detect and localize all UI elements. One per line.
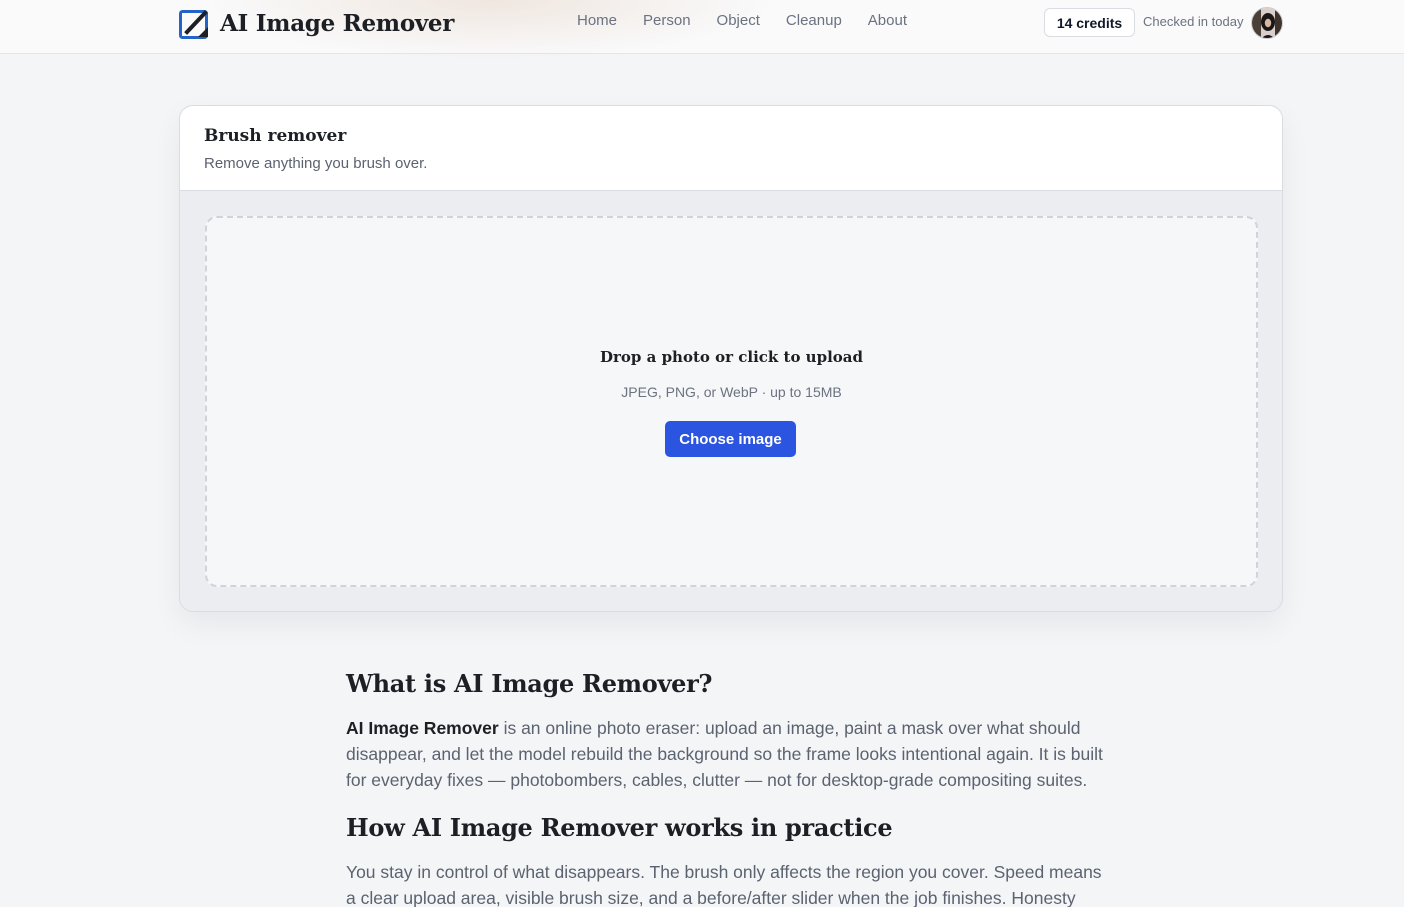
card-title: Brush remover <box>204 126 347 146</box>
section-heading-how: How AI Image Remover works in practice <box>346 813 893 842</box>
nav-object[interactable]: Object <box>717 12 760 29</box>
section-heading-what: What is AI Image Remover? <box>346 669 713 698</box>
choose-image-button[interactable]: Choose image <box>665 421 796 457</box>
checkin-status: Checked in today <box>1143 14 1244 29</box>
upload-dropzone[interactable]: Drop a photo or click to upload JPEG, PN… <box>205 216 1258 587</box>
brand-mention: AI Image Remover <box>346 718 499 738</box>
nav-home[interactable]: Home <box>577 12 617 29</box>
nav-about[interactable]: About <box>868 12 907 29</box>
nav-cleanup[interactable]: Cleanup <box>786 12 842 29</box>
brush-remover-card: Brush remover Remove anything you brush … <box>179 105 1283 612</box>
about-article: What is AI Image Remover? AI Image Remov… <box>346 666 1116 907</box>
card-subtitle: Remove anything you brush over. <box>204 155 428 172</box>
user-avatar[interactable] <box>1251 7 1283 39</box>
top-bar: AI Image Remover Home Person Object Clea… <box>0 0 1404 60</box>
nav-person[interactable]: Person <box>643 12 691 29</box>
credits-badge[interactable]: 14 credits <box>1044 8 1135 37</box>
card-header: Brush remover Remove anything you brush … <box>180 106 1282 191</box>
avatar-image <box>1252 8 1282 38</box>
section-paragraph-how: You stay in control of what disappears. … <box>346 862 1102 907</box>
dropzone-hint: JPEG, PNG, or WebP · up to 15MB <box>621 384 842 400</box>
main-nav: Home Person Object Cleanup About <box>577 12 907 29</box>
section-paragraph-what: AI Image Remover is an online photo eras… <box>346 715 1116 793</box>
brand-link[interactable]: AI Image Remover <box>178 6 454 40</box>
edit-square-icon <box>179 10 208 39</box>
dropzone-title: Drop a photo or click to upload <box>600 348 863 366</box>
brand-name: AI Image Remover <box>220 9 455 37</box>
